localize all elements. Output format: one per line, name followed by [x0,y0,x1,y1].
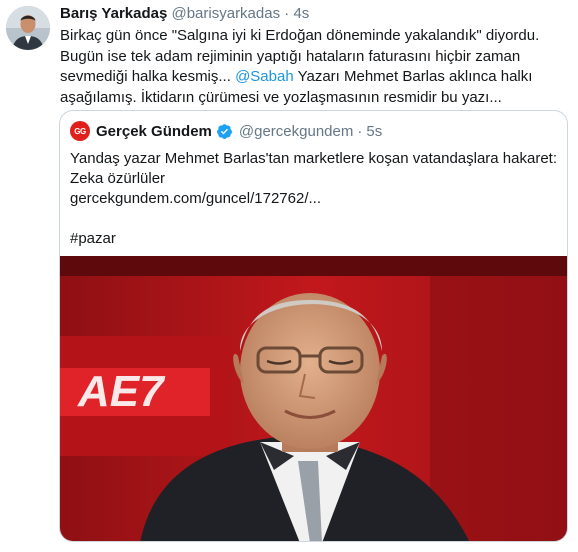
author-avatar[interactable] [6,6,50,50]
quoted-author-handle[interactable]: @gercekgundem [239,123,353,140]
quoted-tweet-header: GG Gerçek Gündem @gercekgundem · 5s [70,121,382,141]
quoted-text-line-1: Yandaş yazar Mehmet Barlas'tan marketler… [70,150,558,167]
quoted-tweet[interactable]: GG Gerçek Gündem @gercekgundem · 5s Yand… [59,110,568,542]
tweet-header: Barış Yarkadaş @barisyarkadas · 4s [60,4,309,24]
quoted-text-line-2: Zeka özürlüler [70,170,166,187]
tweet[interactable]: Barış Yarkadaş @barisyarkadas · 4s Birka… [0,0,578,552]
svg-text:AE7: AE7 [77,367,166,416]
hashtag-link[interactable]: #pazar [70,229,560,249]
author-handle[interactable]: @barisyarkadas [171,5,280,22]
quoted-blank-line [70,209,560,229]
quoted-tweet-text: Yandaş yazar Mehmet Barlas'tan marketler… [70,149,560,249]
quoted-timestamp[interactable]: 5s [366,123,382,140]
author-name[interactable]: Barış Yarkadaş [60,5,167,22]
mention-link[interactable]: @Sabah [235,68,294,85]
person-avatar-icon [6,6,50,50]
verified-badge-icon [216,123,232,139]
tweet-text: Birkaç gün önce "Salgına iyi ki Erdoğan … [60,26,570,108]
quoted-author-avatar[interactable]: GG [70,121,90,141]
tweet-timestamp[interactable]: 4s [293,5,309,22]
quoted-author-name[interactable]: Gerçek Gündem [96,123,212,140]
portrait-photo: AE7 [60,256,567,541]
quoted-header-separator: · [357,122,363,140]
quoted-link[interactable]: gercekgundem.com/guncel/172762/... [70,189,560,209]
quoted-media-image[interactable]: AE7 [60,256,567,541]
header-separator: · [284,5,290,22]
